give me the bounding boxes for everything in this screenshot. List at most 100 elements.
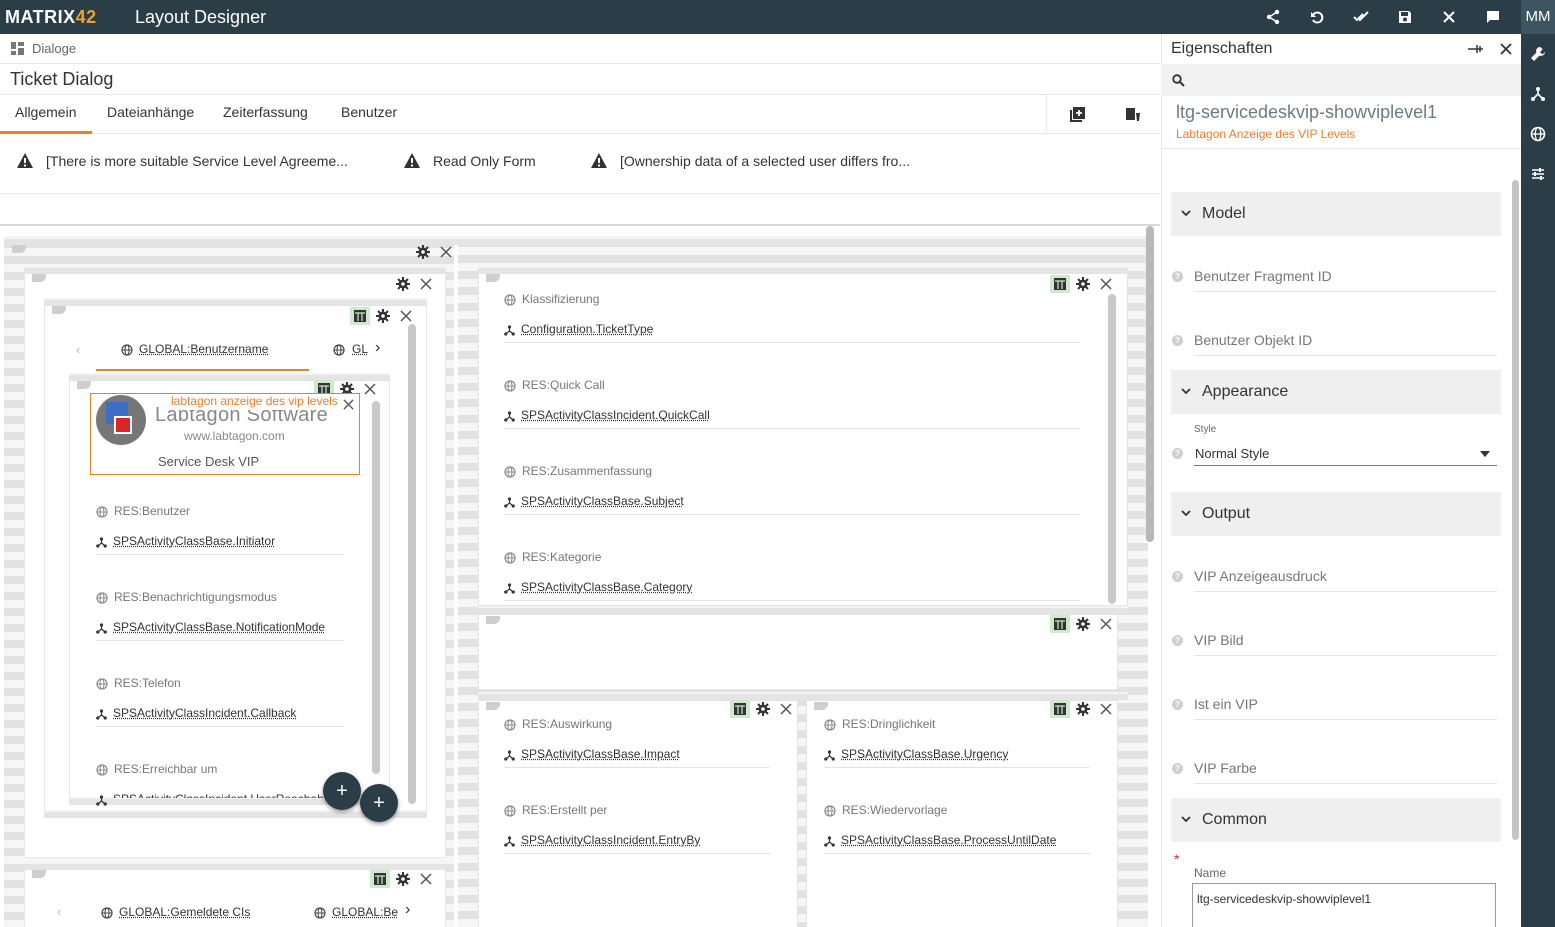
close-icon[interactable] (436, 243, 456, 261)
settings-icon[interactable] (1073, 275, 1093, 293)
help-icon[interactable]: ? (1172, 571, 1183, 582)
tab-benutzername[interactable]: GLOBAL:Benutzername (139, 342, 268, 356)
add-tab-icon[interactable] (1070, 107, 1085, 122)
close-icon[interactable] (416, 275, 436, 293)
check-all-icon[interactable] (1353, 9, 1369, 25)
prop-vip-farbe[interactable]: VIP Farbe (1194, 760, 1257, 776)
prop-vip-bild[interactable]: VIP Bild (1194, 632, 1244, 648)
tab-allgemein[interactable]: Allgemein (15, 104, 76, 120)
close-icon[interactable] (1096, 700, 1116, 718)
field-binding[interactable]: Configuration.TicketType (521, 322, 653, 336)
field-binding[interactable]: SPSActivityClassBase.NotificationMode (113, 620, 325, 634)
tab-next-icon[interactable]: › (405, 901, 410, 919)
share-icon[interactable] (1265, 9, 1281, 25)
layout-icon[interactable] (730, 700, 750, 718)
help-icon[interactable]: ? (1172, 699, 1183, 710)
delete-tab-icon[interactable] (1126, 107, 1141, 122)
sliders-icon[interactable] (1530, 166, 1546, 182)
save-icon[interactable] (1397, 9, 1413, 25)
section-output[interactable]: Output (1171, 492, 1501, 536)
prop-benutzer-objekt-id[interactable]: Benutzer Objekt ID (1194, 332, 1312, 348)
tab-next-icon[interactable]: › (375, 339, 380, 357)
hierarchy-icon[interactable] (1530, 86, 1546, 102)
name-input[interactable]: ltg-servicedeskvip-showviplevel1 (1192, 883, 1496, 927)
help-icon[interactable]: ? (1172, 271, 1183, 282)
tab-dateianhaenge[interactable]: Dateianhänge (107, 104, 194, 120)
breadcrumb-link[interactable]: Dialoge (32, 41, 76, 56)
close-icon[interactable] (776, 700, 796, 718)
prop-ist-ein-vip[interactable]: Ist ein VIP (1194, 696, 1258, 712)
field-binding[interactable]: SPSActivityClassBase.Subject (521, 494, 684, 508)
field-binding[interactable]: SPSActivityClassIncident.UserReachableAt (113, 792, 344, 798)
close-icon[interactable] (1096, 275, 1116, 293)
field-binding[interactable]: SPSActivityClassBase.Category (521, 580, 692, 594)
settings-icon[interactable] (373, 307, 393, 325)
scrollbar[interactable] (372, 401, 380, 774)
prop-benutzer-fragment-id[interactable]: Benutzer Fragment ID (1194, 268, 1332, 284)
section-model[interactable]: Model (1171, 192, 1501, 236)
warning-icon (590, 152, 608, 170)
prop-vip-anzeigeausdruck[interactable]: VIP Anzeigeausdruck (1194, 568, 1327, 584)
field-binding[interactable]: SPSActivityClassIncident.Callback (113, 706, 296, 720)
comment-icon[interactable] (1485, 9, 1501, 25)
warning-sla[interactable]: [There is more suitable Service Level Ag… (46, 153, 348, 169)
style-select[interactable]: Normal Style (1195, 446, 1269, 461)
wrench-icon[interactable] (1530, 46, 1546, 62)
tab-prev-icon[interactable]: ‹ (57, 904, 61, 919)
field-binding[interactable]: SPSActivityClassIncident.EntryBy (521, 833, 700, 847)
layout-icon[interactable] (1050, 615, 1070, 633)
divider (1161, 148, 1521, 149)
property-search[interactable] (1161, 64, 1521, 96)
scrollbar[interactable] (1108, 294, 1116, 604)
add-field-button[interactable]: + (360, 784, 398, 822)
warning-ownership[interactable]: [Ownership data of a selected user diffe… (620, 153, 910, 169)
field-binding[interactable]: SPSActivityClassBase.Initiator (113, 534, 275, 548)
layout-icon[interactable] (370, 870, 390, 888)
settings-icon[interactable] (753, 700, 773, 718)
close-icon[interactable] (416, 870, 436, 888)
tab-prev-icon[interactable]: ‹ (76, 342, 80, 357)
panel-scrollbar[interactable] (1512, 180, 1519, 840)
pin-icon[interactable] (1468, 43, 1484, 55)
layout-icon[interactable] (1050, 700, 1070, 718)
section-appearance[interactable]: Appearance (1171, 370, 1501, 414)
close-icon[interactable] (396, 307, 416, 325)
tab-gemeldete-cis[interactable]: GLOBAL:Gemeldete CIs (119, 905, 250, 919)
settings-icon[interactable] (393, 275, 413, 293)
add-field-button[interactable]: + (323, 772, 361, 810)
tab-zeiterfassung[interactable]: Zeiterfassung (223, 104, 308, 120)
settings-icon[interactable] (1073, 615, 1093, 633)
close-icon[interactable] (338, 395, 358, 413)
settings-icon[interactable] (393, 870, 413, 888)
help-icon[interactable]: ? (1172, 763, 1183, 774)
close-icon[interactable] (360, 380, 380, 398)
settings-icon[interactable] (413, 243, 433, 261)
section-common[interactable]: Common (1171, 798, 1501, 842)
app-logo[interactable]: MATRIX42 (5, 7, 97, 28)
close-panel-icon[interactable] (1500, 43, 1512, 55)
warning-read-only[interactable]: Read Only Form (433, 153, 536, 169)
globe-icon[interactable] (1530, 126, 1546, 142)
tab-gl[interactable]: GL (352, 342, 368, 356)
layout-icon[interactable] (1050, 275, 1070, 293)
layout-icon[interactable] (350, 307, 370, 325)
globe-icon (504, 719, 516, 731)
settings-icon[interactable] (1073, 700, 1093, 718)
canvas-scrollbar[interactable] (1146, 226, 1154, 542)
field-binding[interactable]: SPSActivityClassBase.Urgency (841, 747, 1008, 761)
help-icon[interactable]: ? (1172, 635, 1183, 646)
field-binding[interactable]: SPSActivityClassBase.ProcessUntilDate (841, 833, 1056, 847)
help-icon[interactable]: ? (1172, 335, 1183, 346)
search-icon[interactable] (1172, 74, 1185, 87)
tab-be[interactable]: GLOBAL:Be (332, 905, 398, 919)
help-icon[interactable]: ? (1172, 448, 1183, 459)
field-binding[interactable]: SPSActivityClassBase.Impact (521, 747, 680, 761)
user-avatar[interactable]: MM (1521, 0, 1555, 34)
close-icon[interactable] (1441, 9, 1457, 25)
scrollbar[interactable] (408, 324, 416, 804)
dropdown-arrow-icon[interactable] (1480, 451, 1490, 457)
close-icon[interactable] (1096, 615, 1116, 633)
field-binding[interactable]: SPSActivityClassIncident.QuickCall (521, 408, 710, 422)
undo-icon[interactable] (1309, 9, 1325, 25)
tab-benutzer[interactable]: Benutzer (341, 104, 397, 120)
